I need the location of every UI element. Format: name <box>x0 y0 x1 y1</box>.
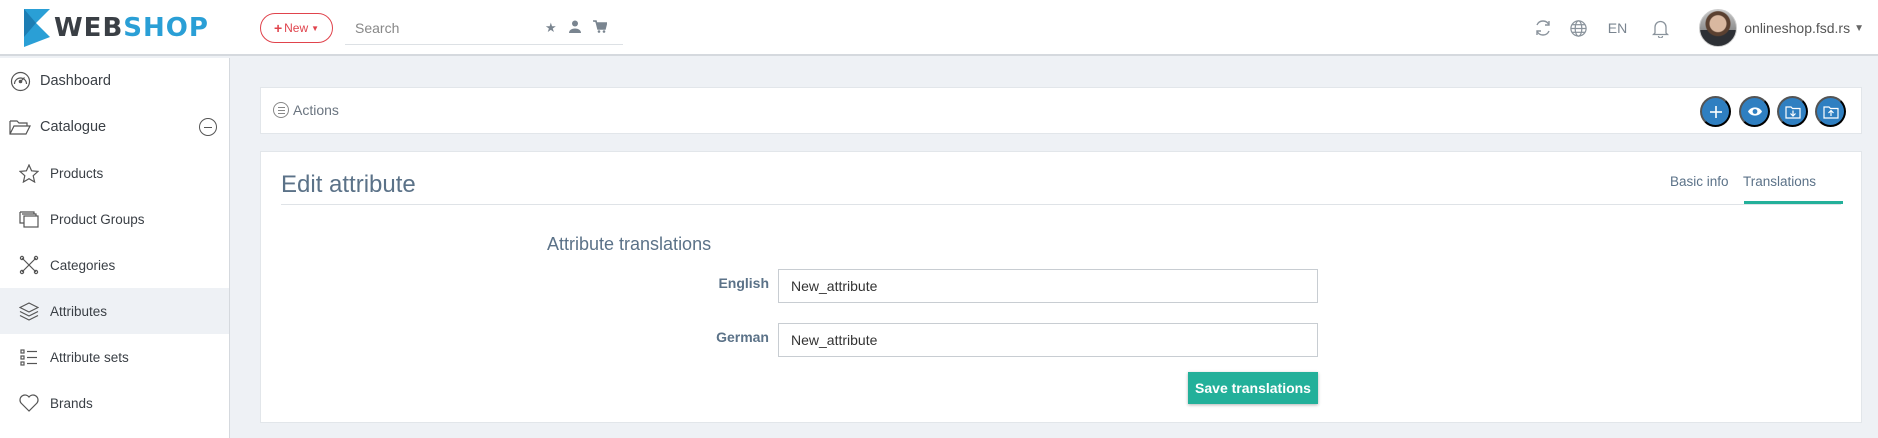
import-icon <box>1784 105 1801 119</box>
new-button-label: New <box>284 21 309 35</box>
logo-flag-icon <box>24 9 50 47</box>
german-field[interactable] <box>778 323 1318 357</box>
menu-icon <box>273 102 289 118</box>
add-icon <box>1709 105 1722 118</box>
plus-icon: + <box>273 20 283 36</box>
sidebar-item-products[interactable]: Products <box>0 150 229 196</box>
actions-menu[interactable]: Actions <box>273 102 339 118</box>
dashboard-icon <box>9 70 31 92</box>
chevron-down-icon: ▼ <box>311 23 320 33</box>
divider <box>281 204 1841 205</box>
sidebar-item-dashboard[interactable]: Dashboard <box>0 58 229 104</box>
avatar[interactable] <box>1699 9 1738 47</box>
sidebar-item-catalogue[interactable]: Catalogue <box>0 104 229 150</box>
english-label: English <box>718 275 769 291</box>
tab-basic-info[interactable]: Basic info <box>1670 174 1729 189</box>
globe-icon[interactable] <box>1568 17 1590 39</box>
star-icon[interactable]: ★ <box>545 20 557 36</box>
sidebar-item-label: Categories <box>50 257 116 273</box>
top-header: WEBSHOP + New ▼ ★ EN onlineshop.fsd. <box>0 0 1878 56</box>
sidebar-item-label: Attributes <box>50 303 108 319</box>
layers-icon <box>18 300 40 322</box>
nodes-icon <box>18 254 40 276</box>
section-title: Attribute translations <box>547 234 712 254</box>
sidebar-item-label: Product Groups <box>50 211 145 227</box>
actions-label: Actions <box>293 102 339 118</box>
add-button[interactable] <box>1700 96 1731 127</box>
sidebar-item-brands[interactable]: Brands <box>0 380 229 426</box>
save-translations-button[interactable]: Save translations <box>1188 372 1318 404</box>
sidebar-item-attribute-sets[interactable]: Attribute sets <box>0 334 229 380</box>
sidebar-item-attributes[interactable]: Attributes <box>0 288 229 334</box>
english-field[interactable] <box>778 269 1318 303</box>
view-button[interactable] <box>1739 96 1770 127</box>
view-icon <box>1747 107 1762 116</box>
list-icon <box>18 346 40 368</box>
cart-icon[interactable] <box>592 20 608 36</box>
logo[interactable]: WEBSHOP <box>22 9 209 47</box>
export-button[interactable] <box>1815 96 1846 127</box>
sidebar-item-categories[interactable]: Categories <box>0 242 229 288</box>
refresh-icon[interactable] <box>1532 17 1554 39</box>
active-tab-indicator <box>1744 201 1843 204</box>
header-right: EN onlineshop.fsd.rs ▼ <box>1518 8 1864 48</box>
tab-translations[interactable]: Translations <box>1743 174 1816 189</box>
search-input[interactable] <box>345 20 535 36</box>
chevron-down-icon[interactable]: ▼ <box>1854 23 1864 34</box>
sidebar-item-label: Attribute sets <box>50 349 129 365</box>
user-icon[interactable] <box>568 20 581 36</box>
import-button[interactable] <box>1777 96 1808 127</box>
folder-icon <box>9 116 31 138</box>
stack-icon <box>18 208 40 230</box>
collapse-icon[interactable] <box>199 118 217 136</box>
actions-bar: Actions <box>260 87 1862 134</box>
sidebar: Dashboard Catalogue Products Product Gro… <box>0 58 230 438</box>
logo-text: WEBSHOP <box>54 13 209 43</box>
edit-attribute-card: Edit attribute Basic info Translations A… <box>260 151 1862 423</box>
page-title: Edit attribute <box>281 171 416 198</box>
sidebar-item-label: Dashboard <box>40 73 111 89</box>
sidebar-item-product-groups[interactable]: Product Groups <box>0 196 229 242</box>
german-label: German <box>716 329 769 345</box>
heart-icon <box>18 392 40 414</box>
language-selector[interactable]: EN <box>1608 20 1627 36</box>
sidebar-item-label: Catalogue <box>40 119 107 135</box>
sidebar-item-label: Products <box>50 165 104 181</box>
sidebar-item-label: Brands <box>50 395 93 411</box>
export-icon <box>1822 105 1839 119</box>
bell-icon[interactable] <box>1649 17 1671 39</box>
search-bar: ★ <box>345 12 623 45</box>
star-icon <box>18 162 40 184</box>
user-name[interactable]: onlineshop.fsd.rs <box>1744 20 1850 36</box>
new-button[interactable]: + New ▼ <box>260 13 333 43</box>
